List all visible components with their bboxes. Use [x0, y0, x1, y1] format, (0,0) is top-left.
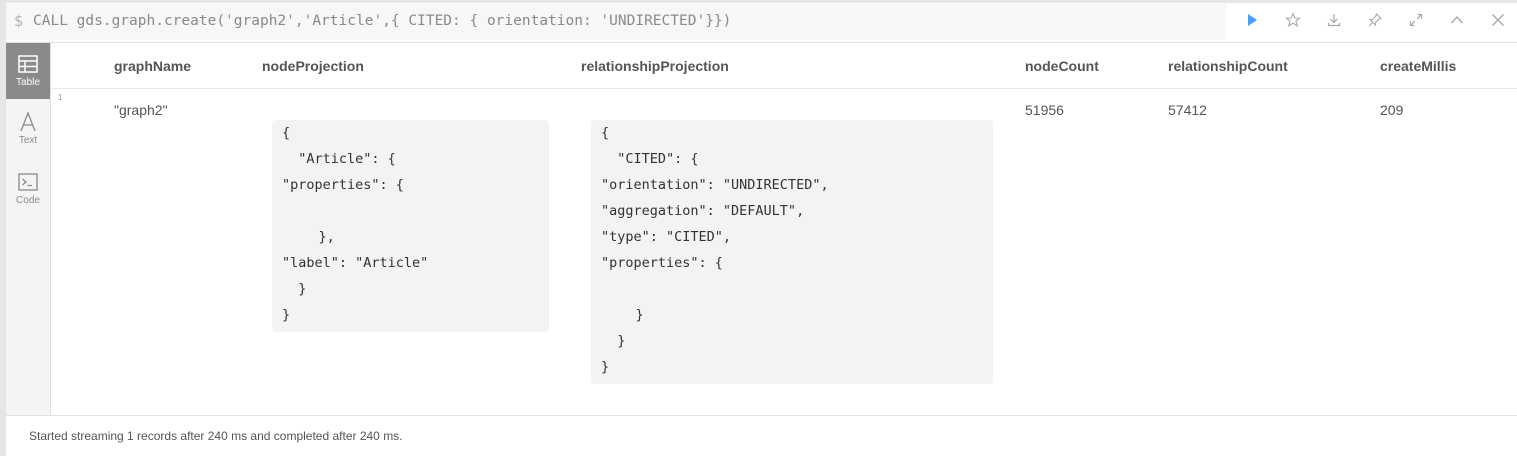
frame-top-border: [0, 0, 1517, 3]
close-button[interactable]: [1486, 8, 1510, 32]
status-message: Started streaming 1 records after 240 ms…: [29, 429, 403, 443]
row-number: 1: [58, 93, 63, 102]
json-line: "label": "Article": [282, 255, 429, 271]
cell-graphname: "graph2": [114, 102, 168, 118]
pin-button[interactable]: [1363, 8, 1387, 32]
json-line: "type": "CITED",: [601, 229, 732, 245]
json-line: "aggregation": "DEFAULT",: [601, 203, 805, 219]
json-line: }: [603, 307, 644, 323]
close-icon: [1492, 14, 1504, 26]
run-icon: [1248, 14, 1257, 26]
json-line: "CITED": {: [601, 151, 699, 167]
sidebar-item-label: Text: [18, 135, 38, 146]
text-icon: [17, 111, 39, 133]
download-button[interactable]: [1322, 8, 1346, 32]
column-header-createmillis: createMillis: [1380, 58, 1457, 74]
pin-icon: [1368, 13, 1382, 27]
json-line: },: [286, 229, 335, 245]
column-header-relationshipprojection: relationshipProjection: [581, 58, 729, 74]
cell-nodecount: 51956: [1025, 102, 1064, 118]
json-line: {: [601, 125, 610, 141]
sidebar-item-code[interactable]: Code: [6, 161, 50, 217]
node-projection-json: { "Article": { "properties": { }, "label…: [272, 120, 549, 332]
cell-createmillis: 209: [1380, 102, 1404, 118]
result-frame: $ CALL gds.graph.create('graph2','Articl…: [0, 0, 1517, 456]
status-divider: [6, 415, 1517, 416]
star-icon: [1285, 12, 1301, 28]
json-line: {: [282, 125, 291, 141]
run-button[interactable]: [1240, 8, 1264, 32]
code-icon: [17, 171, 39, 193]
query-editor[interactable]: $ CALL gds.graph.create('graph2','Articl…: [6, 4, 1226, 40]
column-header-relationshipcount: relationshipCount: [1168, 58, 1288, 74]
prompt-symbol: $: [14, 12, 24, 30]
collapse-button[interactable]: [1445, 8, 1469, 32]
cell-relationshipcount: 57412: [1168, 102, 1207, 118]
collapse-icon: [1450, 15, 1464, 24]
header-divider: [51, 88, 1517, 89]
download-icon: [1327, 14, 1341, 27]
json-line: "properties": {: [601, 255, 723, 271]
sidebar-item-text[interactable]: Text: [6, 101, 50, 157]
json-line: }: [601, 333, 626, 349]
json-line: "orientation": "UNDIRECTED",: [601, 177, 829, 193]
sidebar-item-table[interactable]: Table: [6, 43, 50, 99]
json-line: "properties": {: [282, 177, 404, 193]
json-line: "Article": {: [282, 151, 396, 167]
column-header-graphname: graphName: [114, 58, 192, 74]
sidebar-item-label: Code: [16, 195, 40, 206]
json-line: }: [282, 281, 307, 297]
json-line: }: [282, 307, 291, 323]
column-header-nodeprojection: nodeProjection: [262, 58, 364, 74]
table-icon: [17, 53, 39, 75]
favorite-button[interactable]: [1281, 8, 1305, 32]
fullscreen-button[interactable]: [1404, 8, 1428, 32]
expand-icon: [1409, 13, 1423, 27]
sidebar-item-label: Table: [16, 77, 40, 88]
json-line: }: [601, 359, 610, 375]
column-header-nodecount: nodeCount: [1025, 58, 1099, 74]
relationship-projection-json: { "CITED": { "orientation": "UNDIRECTED"…: [591, 120, 993, 384]
query-text[interactable]: CALL gds.graph.create('graph2','Article'…: [33, 13, 731, 29]
view-sidebar: Table Text Code: [6, 43, 51, 415]
editor-divider: [6, 42, 1517, 43]
